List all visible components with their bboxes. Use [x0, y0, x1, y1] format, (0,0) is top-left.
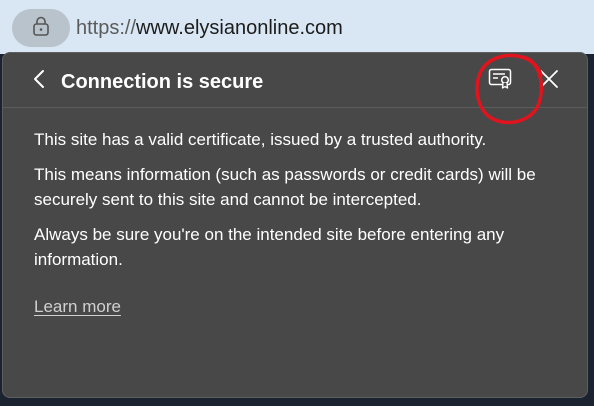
certificate-valid-text: This site has a valid certificate, issue… — [34, 130, 487, 149]
lock-icon — [31, 15, 51, 42]
popup-title: Connection is secure — [61, 71, 264, 93]
close-icon — [539, 69, 559, 94]
url-host: www.elysianonline.com — [136, 17, 343, 39]
intended-site-warning-text: Always be sure you're on the intended si… — [34, 225, 505, 269]
address-bar: https://www.elysianonline.com — [0, 0, 594, 54]
chevron-left-icon — [32, 68, 46, 95]
url-scheme: https:// — [76, 17, 137, 39]
url-text[interactable]: https://www.elysianonline.com — [76, 16, 343, 40]
learn-more-link[interactable]: Learn more — [34, 294, 121, 319]
popup-body: This site has a valid certificate, issue… — [34, 127, 574, 319]
popup-header: Connection is secure — [3, 53, 587, 125]
close-button[interactable] — [533, 65, 565, 97]
certificate-icon — [488, 67, 514, 96]
browser-window: https://www.elysianonline.com Connection… — [0, 0, 594, 406]
secure-transfer-text: This means information (such as password… — [34, 165, 536, 209]
site-info-button[interactable] — [12, 9, 70, 47]
certificate-button[interactable] — [483, 65, 519, 97]
site-info-popup: Connection is secure This site has a val… — [2, 52, 588, 398]
back-button[interactable] — [25, 67, 53, 95]
